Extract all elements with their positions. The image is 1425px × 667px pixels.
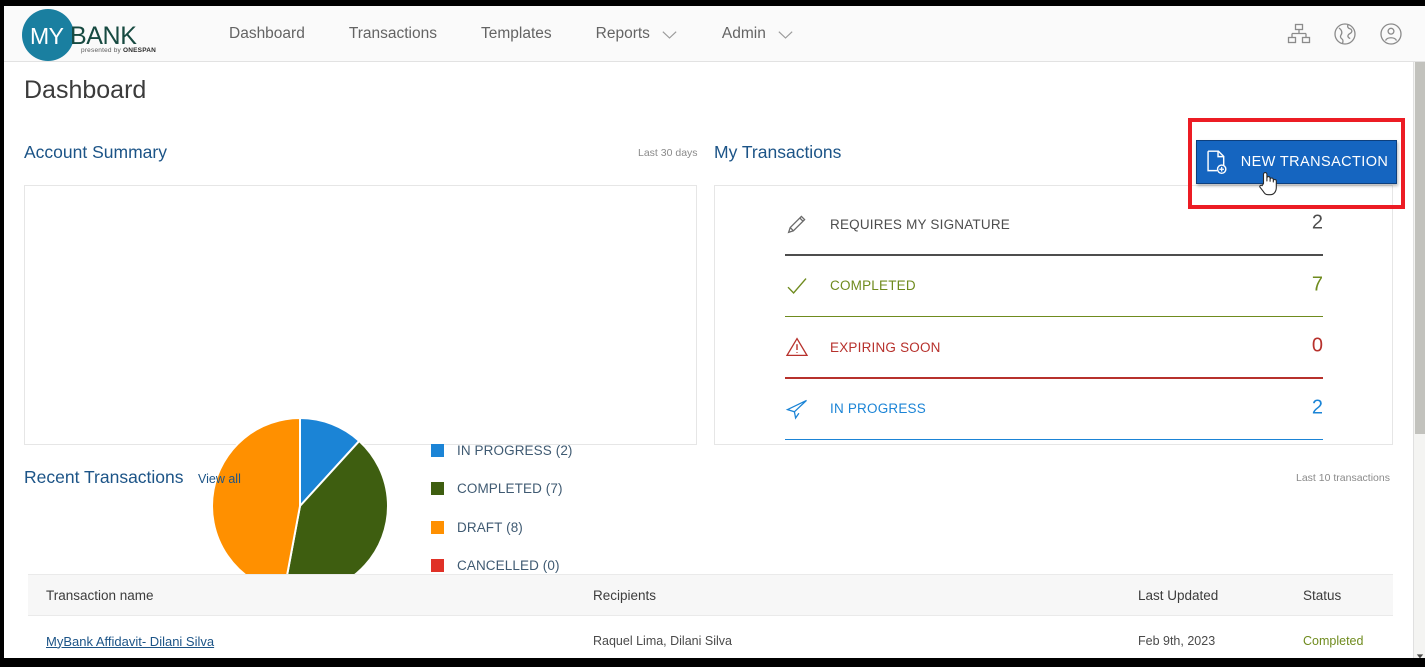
legend-label: IN PROGRESS (2)	[457, 442, 573, 458]
view-all-link[interactable]: View all	[198, 472, 241, 486]
nav-item-label: Admin	[721, 24, 766, 42]
window-frame-left	[0, 0, 4, 667]
nav-item-reports[interactable]: Reports	[596, 25, 678, 43]
top-navigation-bar: MY BANK presented by ONESPAN Dashboard T…	[4, 6, 1425, 62]
new-transaction-label: NEW TRANSACTION	[1240, 154, 1389, 170]
nav-item-label: Dashboard	[229, 24, 305, 42]
pencil-icon	[785, 212, 809, 236]
nav-item-label: Templates	[480, 24, 552, 42]
legend-label: CANCELLED (0)	[457, 558, 560, 574]
recent-transactions-table: Transaction name Recipients Last Updated…	[28, 574, 1393, 667]
chevron-down-icon	[777, 30, 794, 40]
account-summary-card: IN PROGRESS (2) COMPLETED (7) DRAFT (8) …	[24, 185, 697, 595]
nav-item-templates[interactable]: Templates	[481, 25, 552, 43]
warning-icon	[785, 335, 809, 359]
legend-swatch-draft	[431, 520, 444, 534]
recent-transactions-note: Last 10 transactions	[1296, 472, 1390, 484]
legend-label: DRAFT (8)	[457, 519, 523, 535]
scrollbar-thumb[interactable]	[1415, 62, 1425, 434]
status-pie-chart	[211, 417, 389, 595]
sitemap-icon[interactable]	[1287, 22, 1311, 46]
table-header-row: Transaction name Recipients Last Updated…	[28, 574, 1393, 616]
column-header-last-updated: Last Updated	[1138, 587, 1219, 603]
legend-swatch-cancelled	[431, 559, 444, 573]
scroll-down-arrow-icon[interactable]	[1416, 647, 1424, 659]
vertical-scrollbar[interactable]	[1413, 62, 1425, 659]
user-account-icon[interactable]	[1379, 22, 1403, 46]
nav-item-label: Transactions	[348, 24, 437, 42]
nav-item-label: Reports	[595, 24, 650, 42]
my-transactions-item-expiring-soon[interactable]: EXPIRING SOON 0	[785, 317, 1323, 379]
my-transactions-list: REQUIRES MY SIGNATURE 2 COMPLETED 7 EXPI…	[785, 194, 1323, 441]
logo-tagline: presented by ONESPAN	[81, 47, 156, 54]
pointing-hand-cursor	[1256, 170, 1278, 196]
chevron-down-icon	[661, 30, 678, 40]
new-transaction-button[interactable]: NEW TRANSACTION	[1196, 140, 1397, 184]
legend-item: DRAFT (8)	[431, 508, 573, 547]
paper-plane-icon	[785, 397, 809, 421]
my-transactions-item-value: 7	[1311, 272, 1323, 295]
my-transactions-item-value: 0	[1311, 334, 1323, 357]
my-transactions-card: REQUIRES MY SIGNATURE 2 COMPLETED 7 EXPI…	[714, 185, 1393, 445]
nav-utility-icons	[1287, 6, 1403, 62]
page-title: Dashboard	[24, 76, 147, 104]
nav-item-admin[interactable]: Admin	[722, 25, 794, 43]
legend-item: IN PROGRESS (2)	[431, 431, 573, 470]
transaction-name-link[interactable]: MyBank Affidavit- Dilani Silva	[46, 634, 214, 649]
nav-item-dashboard[interactable]: Dashboard	[229, 25, 305, 43]
account-summary-heading: Account Summary	[24, 142, 167, 162]
my-transactions-item-value: 2	[1311, 396, 1323, 419]
app-window: MY BANK presented by ONESPAN Dashboard T…	[0, 0, 1425, 667]
pie-chart-legend: IN PROGRESS (2) COMPLETED (7) DRAFT (8) …	[431, 431, 573, 585]
mybank-logo[interactable]: MY BANK presented by ONESPAN	[22, 6, 177, 62]
my-transactions-item-completed[interactable]: COMPLETED 7	[785, 256, 1323, 318]
legend-swatch-completed	[431, 482, 444, 496]
check-icon	[785, 274, 809, 298]
account-summary-note: Last 30 days	[638, 147, 698, 159]
column-header-transaction-name: Transaction name	[46, 587, 154, 603]
logo-text-my: MY	[30, 22, 64, 49]
my-transactions-item-label: IN PROGRESS	[830, 401, 926, 417]
logo-tagline-prefix: presented by	[81, 46, 123, 54]
my-transactions-item-label: EXPIRING SOON	[830, 339, 941, 355]
legend-label: COMPLETED (7)	[457, 481, 563, 497]
nav-menu: Dashboard Transactions Templates Reports…	[229, 25, 794, 43]
recent-transactions-heading: Recent Transactions	[24, 467, 184, 487]
my-transactions-item-in-progress[interactable]: IN PROGRESS 2	[785, 379, 1323, 441]
legend-swatch-in-progress	[431, 443, 444, 457]
my-transactions-item-label: COMPLETED	[830, 278, 916, 294]
globe-icon[interactable]	[1333, 22, 1357, 46]
column-header-status: Status	[1303, 587, 1342, 603]
logo-tagline-brand: ONESPAN	[123, 46, 157, 54]
status-badge: Completed	[1303, 633, 1364, 648]
my-transactions-heading: My Transactions	[714, 142, 842, 162]
my-transactions-item-value: 2	[1311, 211, 1323, 234]
row-divider	[785, 438, 1323, 441]
nav-item-transactions[interactable]: Transactions	[349, 25, 437, 43]
document-add-icon	[1205, 149, 1228, 175]
transaction-recipients: Raquel Lima, Dilani Silva	[593, 634, 732, 648]
column-header-recipients: Recipients	[593, 587, 657, 603]
window-frame-top	[0, 0, 1425, 6]
window-frame-bottom	[0, 658, 1425, 667]
legend-item: COMPLETED (7)	[431, 470, 573, 509]
page-content: Dashboard NEW TRANSACTION Account Summar…	[4, 62, 1413, 667]
transaction-last-updated: Feb 9th, 2023	[1138, 634, 1216, 648]
my-transactions-item-label: REQUIRES MY SIGNATURE	[830, 216, 1010, 232]
